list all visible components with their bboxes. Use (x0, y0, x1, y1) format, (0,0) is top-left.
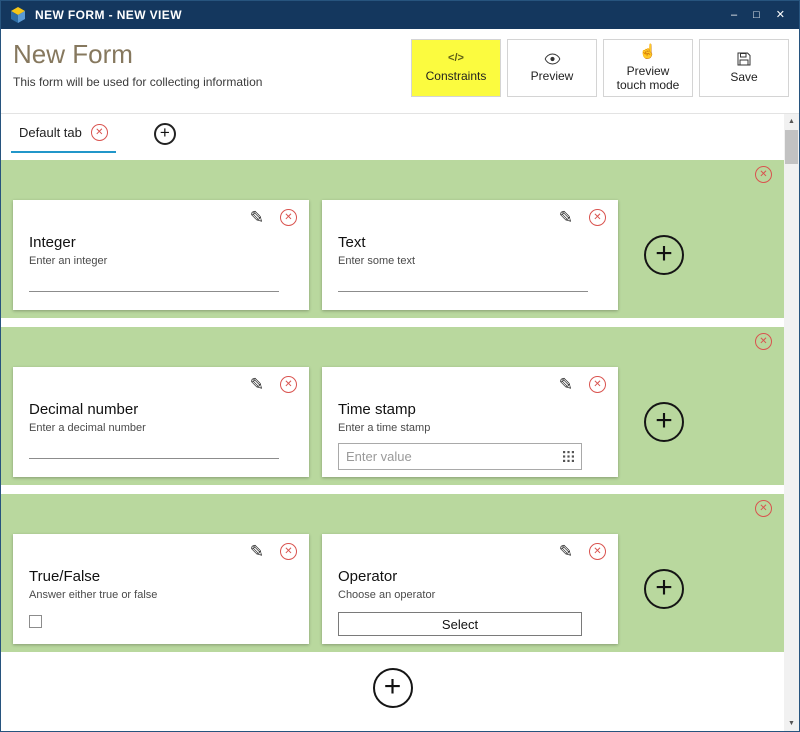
field-description: Enter a decimal number (29, 422, 293, 434)
timestamp-input-wrapper (338, 443, 582, 470)
page-title: New Form (13, 39, 262, 70)
form-row-2-body: ✎ ✕ Decimal number Enter a decimal numbe… (13, 367, 772, 477)
maximize-button[interactable]: □ (753, 10, 760, 21)
preview-button[interactable]: Preview (507, 39, 597, 97)
card-actions: ✎ ✕ (559, 543, 606, 560)
window-title: NEW FORM - NEW VIEW (35, 8, 723, 22)
timestamp-input[interactable] (346, 449, 563, 464)
toolbar: </> Constraints Preview ☝ Preview touch … (411, 39, 789, 105)
field-title: Operator (338, 568, 602, 585)
edit-field-icon[interactable]: ✎ (559, 543, 573, 560)
touch-icon: ☝ (639, 43, 656, 60)
field-title: Time stamp (338, 401, 602, 418)
add-field-button[interactable]: + (644, 235, 684, 275)
preview-label: Preview (531, 69, 574, 83)
field-title: Decimal number (29, 401, 293, 418)
tab-default[interactable]: Default tab ✕ (11, 114, 116, 153)
integer-input[interactable] (29, 277, 279, 292)
add-tab-button[interactable]: + (154, 123, 176, 145)
minimize-button[interactable]: – (731, 10, 737, 21)
close-button[interactable]: ✕ (776, 10, 785, 21)
preview-touch-mode-button[interactable]: ☝ Preview touch mode (603, 39, 693, 97)
eye-icon (544, 53, 561, 65)
tab-bar: Default tab ✕ + (1, 114, 799, 153)
edit-field-icon[interactable]: ✎ (559, 209, 573, 226)
save-label: Save (730, 70, 757, 84)
add-field-button[interactable]: + (644, 402, 684, 442)
operator-select-button[interactable]: Select (338, 612, 582, 636)
preview-touch-mode-label: Preview touch mode (613, 64, 683, 93)
remove-field-icon[interactable]: ✕ (589, 209, 606, 226)
field-card-decimal: ✎ ✕ Decimal number Enter a decimal numbe… (13, 367, 309, 477)
field-card-truefalse: ✎ ✕ True/False Answer either true or fal… (13, 534, 309, 644)
save-button[interactable]: Save (699, 39, 789, 97)
add-field-button[interactable]: + (644, 569, 684, 609)
form-row-1-body: ✎ ✕ Integer Enter an integer ✎ ✕ Text En… (13, 200, 772, 310)
remove-field-icon[interactable]: ✕ (589, 376, 606, 393)
app-window: NEW FORM - NEW VIEW – □ ✕ New Form This … (0, 0, 800, 732)
datetime-picker-icon[interactable] (563, 451, 574, 462)
field-card-text: ✎ ✕ Text Enter some text (322, 200, 618, 310)
text-input[interactable] (338, 277, 588, 292)
card-actions: ✎ ✕ (250, 209, 297, 226)
close-tab-icon[interactable]: ✕ (91, 124, 108, 141)
remove-row-icon[interactable]: ✕ (755, 166, 772, 183)
decimal-input[interactable] (29, 444, 279, 459)
truefalse-checkbox[interactable] (29, 615, 42, 628)
remove-field-icon[interactable]: ✕ (280, 376, 297, 393)
plus-icon: + (154, 123, 176, 145)
form-header: New Form This form will be used for coll… (1, 29, 799, 114)
remove-field-icon[interactable]: ✕ (280, 209, 297, 226)
field-description: Enter an integer (29, 255, 293, 267)
constraints-label: Constraints (426, 69, 487, 83)
remove-field-icon[interactable]: ✕ (280, 543, 297, 560)
card-actions: ✎ ✕ (559, 376, 606, 393)
form-row-3: ✕ ✎ ✕ True/False Answer either true or f… (1, 494, 784, 652)
field-description: Answer either true or false (29, 589, 293, 601)
form-row-2: ✕ ✎ ✕ Decimal number Enter a decimal num… (1, 327, 784, 485)
field-description: Enter some text (338, 255, 602, 267)
form-header-text: New Form This form will be used for coll… (13, 39, 262, 105)
remove-row-icon[interactable]: ✕ (755, 333, 772, 350)
form-row-1: ✕ ✎ ✕ Integer Enter an integer ✎ ✕ (1, 160, 784, 318)
vertical-scrollbar: ▲ ▼ (784, 114, 799, 731)
scroll-down-icon[interactable]: ▼ (784, 716, 799, 731)
window-controls: – □ ✕ (731, 10, 785, 21)
app-logo-icon (9, 6, 27, 24)
field-card-timestamp: ✎ ✕ Time stamp Enter a time stamp (322, 367, 618, 477)
save-icon (737, 52, 751, 66)
form-row-3-body: ✎ ✕ True/False Answer either true or fal… (13, 534, 772, 644)
edit-field-icon[interactable]: ✎ (559, 376, 573, 393)
remove-row-icon[interactable]: ✕ (755, 500, 772, 517)
edit-field-icon[interactable]: ✎ (250, 376, 264, 393)
edit-field-icon[interactable]: ✎ (250, 209, 264, 226)
field-description: Enter a time stamp (338, 422, 602, 434)
field-card-integer: ✎ ✕ Integer Enter an integer (13, 200, 309, 310)
code-icon: </> (448, 52, 464, 65)
field-description: Choose an operator (338, 589, 602, 601)
card-actions: ✎ ✕ (250, 543, 297, 560)
scrollbar-thumb[interactable] (785, 130, 798, 164)
form-body: ✕ ✎ ✕ Integer Enter an integer ✎ ✕ (1, 153, 799, 708)
remove-field-icon[interactable]: ✕ (589, 543, 606, 560)
titlebar: NEW FORM - NEW VIEW – □ ✕ (1, 1, 799, 29)
card-actions: ✎ ✕ (559, 209, 606, 226)
tab-default-label: Default tab (19, 125, 82, 140)
add-row-area: + (1, 668, 784, 708)
add-row-button[interactable]: + (373, 668, 413, 708)
constraints-button[interactable]: </> Constraints (411, 39, 501, 97)
field-card-operator: ✎ ✕ Operator Choose an operator Select (322, 534, 618, 644)
field-title: True/False (29, 568, 293, 585)
field-title: Integer (29, 234, 293, 251)
field-title: Text (338, 234, 602, 251)
edit-field-icon[interactable]: ✎ (250, 543, 264, 560)
page-subtitle: This form will be used for collecting in… (13, 75, 262, 89)
scroll-up-icon[interactable]: ▲ (784, 114, 799, 129)
card-actions: ✎ ✕ (250, 376, 297, 393)
